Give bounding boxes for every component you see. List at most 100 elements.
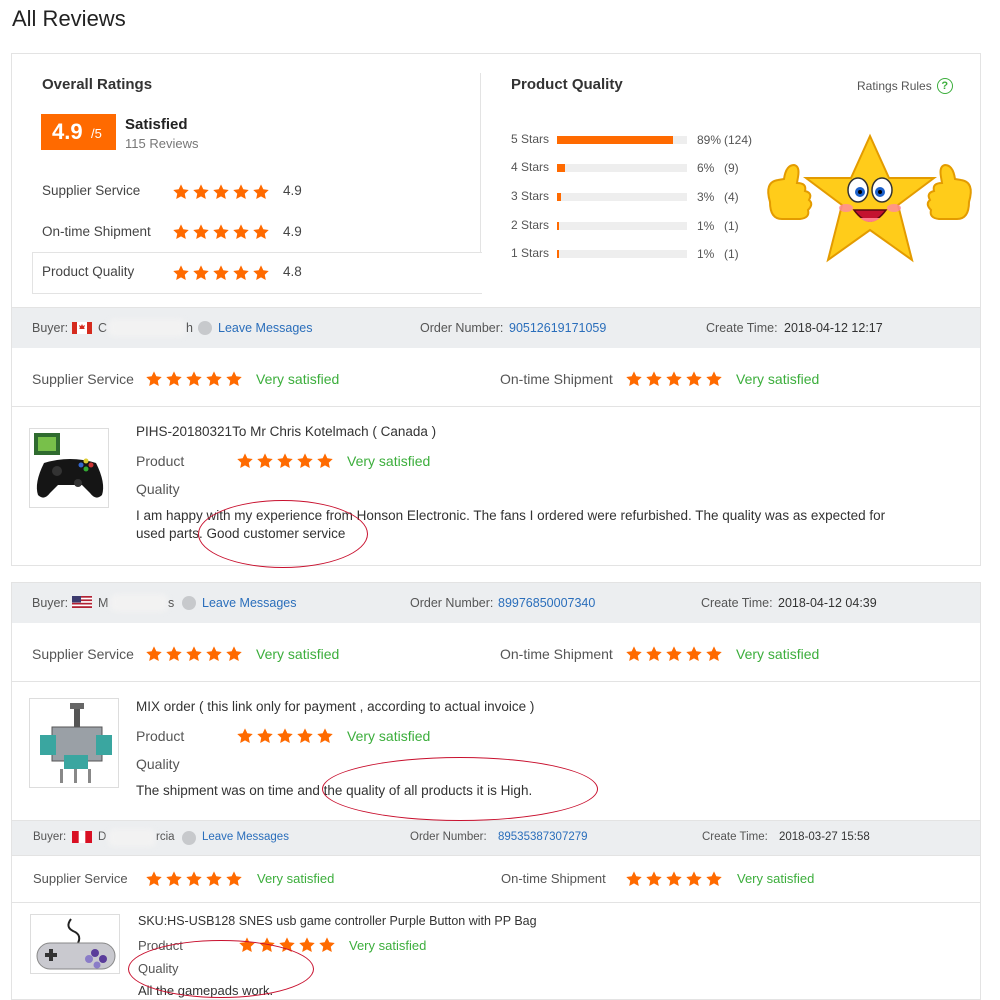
star-icon: [185, 370, 203, 388]
star-bar-label: 3 Stars: [511, 189, 550, 203]
create-time-label: Create Time:: [702, 831, 768, 843]
star-icon: [318, 936, 336, 954]
buyer-name-tail: s: [168, 596, 175, 610]
star-bar-label: 5 Stars: [511, 132, 550, 146]
buyer-name-tail: h: [186, 321, 193, 335]
leave-messages-link[interactable]: Leave Messages: [218, 321, 313, 335]
order-number-link[interactable]: 89976850007340: [498, 596, 595, 610]
create-time-label: Create Time:: [701, 596, 773, 610]
overall-satisfaction-label: Satisfied: [125, 116, 188, 133]
buyer-label: Buyer:: [32, 596, 69, 610]
xbox-controller-icon[interactable]: [29, 428, 109, 508]
row-divider: [12, 406, 980, 407]
star-bar-track: [557, 250, 687, 258]
ontime-shipment-label: On-time Shipment: [501, 871, 606, 886]
satisfaction-text: Very satisfied: [349, 938, 427, 953]
star-icon: [165, 645, 183, 663]
star-icon: [192, 264, 210, 282]
star-icon: [252, 264, 270, 282]
order-number-link[interactable]: 90512619171059: [509, 321, 606, 335]
review-rating-stars: [145, 370, 243, 388]
star-icon: [172, 264, 190, 282]
star-icon: [316, 727, 334, 745]
star-bar-track: [557, 193, 687, 201]
star-bar-percent: 89%: [697, 133, 722, 147]
star-icon: [276, 452, 294, 470]
product-label: Product: [136, 453, 185, 469]
star-icon: [252, 183, 270, 201]
star-bar-fill: [557, 193, 561, 201]
satisfaction-text: Very satisfied: [736, 371, 820, 387]
star-icon: [205, 645, 223, 663]
star-bar-count: (1): [724, 219, 739, 233]
star-bar-track: [557, 136, 687, 144]
satisfaction-text: Very satisfied: [256, 371, 340, 387]
star-icon: [236, 727, 254, 745]
star-bar-track: [557, 222, 687, 230]
review-rating-stars: [625, 645, 723, 663]
star-icon: [252, 223, 270, 241]
star-bar-label: 2 Stars: [511, 218, 550, 232]
star-icon: [645, 870, 663, 888]
overall-row-stars: [172, 223, 270, 241]
star-bar-percent: 1%: [697, 247, 715, 261]
ratings-rules-link[interactable]: Ratings Rules ?: [857, 78, 953, 94]
star-icon: [665, 370, 683, 388]
supplier-service-label: Supplier Service: [33, 871, 128, 886]
star-bar-fill: [557, 222, 559, 230]
star-bar-label: 1 Stars: [511, 246, 550, 260]
overall-row-value: 4.9: [283, 224, 302, 239]
star-icon: [256, 452, 274, 470]
review-body: Supplier Service Very satisfied On-time …: [11, 348, 981, 566]
quality-label: Quality: [136, 756, 180, 772]
overall-score-max: /5: [91, 126, 102, 141]
star-icon: [705, 370, 723, 388]
satisfaction-text: Very satisfied: [347, 728, 431, 744]
review-header: Buyer: D rcia Leave Messages Order Numbe…: [11, 820, 981, 856]
panel-divider: [480, 73, 481, 253]
overall-row-value: 4.8: [283, 264, 302, 279]
product-label: Product: [136, 728, 185, 744]
order-number-label: Order Number:: [410, 831, 487, 843]
star-icon: [256, 727, 274, 745]
star-icon: [625, 370, 643, 388]
snes-controller-icon[interactable]: [30, 914, 120, 974]
ratings-rules-label: Ratings Rules: [857, 79, 932, 93]
star-icon: [236, 452, 254, 470]
product-quality-title: Product Quality: [511, 76, 623, 93]
buyer-label: Buyer:: [33, 831, 67, 843]
supplier-service-label: Supplier Service: [32, 646, 134, 662]
star-icon: [225, 870, 243, 888]
star-icon: [192, 223, 210, 241]
star-bar-percent: 6%: [697, 161, 715, 175]
ontime-shipment-label: On-time Shipment: [500, 646, 613, 662]
star-icon: [205, 870, 223, 888]
product-title[interactable]: SKU:HS-USB128 SNES usb game controller P…: [138, 914, 537, 928]
satisfaction-text: Very satisfied: [256, 646, 340, 662]
star-bar-count: (4): [724, 190, 739, 204]
star-icon: [705, 645, 723, 663]
star-bar-count: (124): [724, 133, 753, 147]
star-icon: [212, 223, 230, 241]
order-number-link[interactable]: 89535387307279: [498, 831, 588, 843]
review-rating-stars: [236, 727, 334, 745]
order-number-label: Order Number:: [420, 321, 504, 335]
star-icon: [192, 183, 210, 201]
star-icon: [298, 936, 316, 954]
satisfaction-text: Very satisfied: [347, 453, 431, 469]
help-icon[interactable]: ?: [936, 78, 953, 94]
star-icon: [705, 870, 723, 888]
star-icon: [225, 370, 243, 388]
create-time-label: Create Time:: [706, 321, 778, 335]
star-icon: [185, 645, 203, 663]
product-title[interactable]: PIHS-20180321To Mr Chris Kotelmach ( Can…: [136, 424, 436, 439]
star-icon: [145, 870, 163, 888]
analog-joystick-module-icon[interactable]: [29, 698, 119, 788]
star-icon: [172, 183, 190, 201]
leave-messages-link[interactable]: Leave Messages: [202, 596, 297, 610]
product-title[interactable]: MIX order ( this link only for payment ,…: [136, 699, 534, 714]
star-icon: [296, 727, 314, 745]
leave-messages-link[interactable]: Leave Messages: [202, 831, 289, 843]
satisfaction-text: Very satisfied: [257, 871, 335, 886]
overall-row-label: Supplier Service: [42, 183, 141, 198]
